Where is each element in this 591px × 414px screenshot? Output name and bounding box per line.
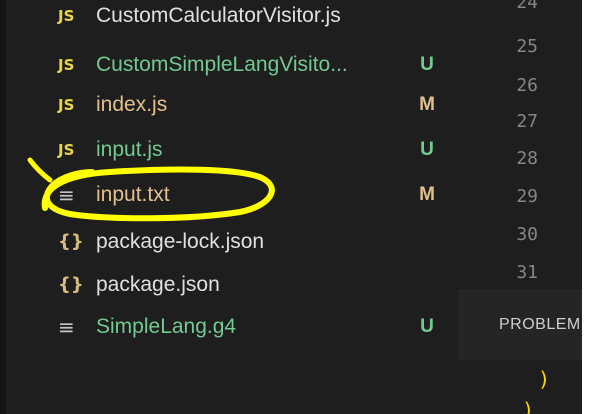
file-row-input-js[interactable]: JS input.js U: [0, 130, 458, 170]
code-text: ): [538, 367, 551, 391]
file-name: package-lock.json: [96, 230, 265, 253]
git-status-badge: U: [420, 316, 434, 337]
git-status-badge: [412, 265, 442, 305]
js-file-icon: JS: [58, 56, 75, 74]
git-status-badge: [412, 222, 442, 262]
vscode-window: JS CustomCalculatorVisitor.js JS CustomS…: [0, 0, 591, 414]
js-file-icon: JS: [58, 96, 75, 114]
file-name: index.js: [96, 93, 168, 116]
git-status-badge: U: [420, 54, 434, 75]
file-row-customsimplelangvisitor[interactable]: JS CustomSimpleLangVisito... U: [0, 45, 458, 85]
screenshot-edge: [582, 0, 591, 414]
line-number: 27: [516, 111, 538, 132]
line-number: 24: [516, 0, 538, 13]
line-number: 29: [516, 186, 538, 207]
line-number: 28: [516, 148, 538, 169]
json-file-icon: {}: [58, 231, 84, 252]
line-number: 26: [516, 75, 538, 96]
file-name: CustomCalculatorVisitor.js: [96, 4, 341, 27]
git-status-badge: U: [420, 139, 434, 160]
text-file-icon: ≡: [58, 183, 75, 207]
git-status-badge: M: [419, 184, 435, 205]
git-status-badge: [412, 0, 442, 36]
line-number: 25: [516, 36, 538, 57]
file-name: CustomSimpleLangVisito...: [96, 53, 348, 76]
file-name: SimpleLang.g4: [96, 315, 237, 338]
file-row-simplelang-g4[interactable]: ≡ SimpleLang.g4 U: [0, 307, 458, 347]
file-row-customcalculatorvisitor[interactable]: JS CustomCalculatorVisitor.js: [0, 0, 458, 36]
file-row-package-lock-json[interactable]: {} package-lock.json: [0, 222, 458, 262]
file-row-package-json[interactable]: {} package.json: [0, 265, 458, 305]
file-name: package.json: [96, 273, 220, 296]
js-file-icon: JS: [58, 141, 75, 159]
file-row-input-txt[interactable]: ≡ input.txt M: [0, 175, 458, 215]
line-number: 31: [516, 262, 538, 283]
file-name: input.txt: [96, 183, 170, 206]
line-numbers: 24 25 26 27 28 29 30 31: [458, 0, 538, 290]
json-file-icon: {}: [58, 274, 84, 295]
explorer-sidebar: JS CustomCalculatorVisitor.js JS CustomS…: [0, 0, 458, 414]
file-row-index-js[interactable]: JS index.js M: [0, 85, 458, 125]
file-name: input.js: [96, 138, 163, 161]
code-text: ): [522, 398, 535, 414]
git-status-badge: M: [419, 94, 435, 115]
js-file-icon: JS: [58, 7, 75, 25]
text-file-icon: ≡: [58, 315, 75, 339]
line-number: 30: [516, 224, 538, 245]
tab-problems[interactable]: PROBLEM: [499, 300, 581, 350]
